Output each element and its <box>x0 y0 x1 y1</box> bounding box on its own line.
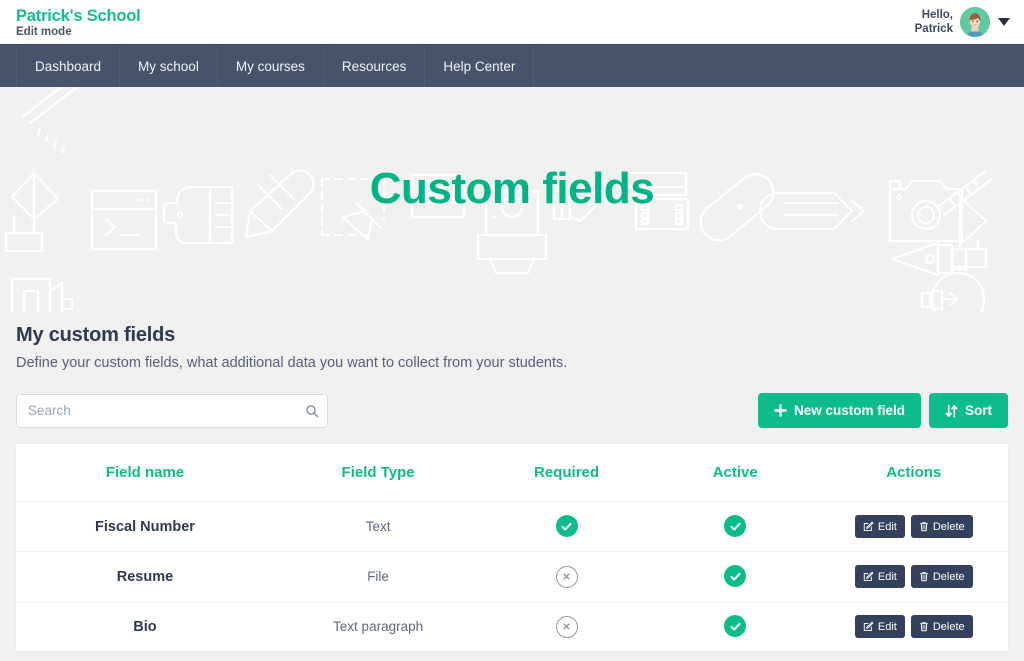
school-name: Patrick's School <box>16 6 141 25</box>
trash-icon <box>919 622 928 632</box>
edit-mode-label: Edit mode <box>16 26 72 38</box>
new-custom-field-label: New custom field <box>793 403 905 418</box>
column-header-field-name: Field name <box>105 464 185 481</box>
edit-pencil-icon <box>863 621 874 632</box>
toolbar: New custom field Sort <box>16 393 1008 428</box>
column-header-actions: Actions <box>886 464 942 481</box>
edit-label: Edit <box>877 570 897 583</box>
table-row: Resume File Edit Delete <box>16 551 1008 602</box>
sort-button[interactable]: Sort <box>929 393 1008 428</box>
cell-required <box>482 552 651 602</box>
edit-label: Edit <box>877 520 897 533</box>
nav-item-my-school[interactable]: My school <box>120 45 218 87</box>
cell-field-name: Fiscal Number <box>95 518 195 535</box>
cross-circle-icon <box>555 615 578 638</box>
table-header: Field name Field Type Required Active Ac… <box>16 444 1008 502</box>
sort-label: Sort <box>965 403 992 418</box>
cell-field-name: Resume <box>116 568 174 585</box>
delete-button[interactable]: Delete <box>910 565 973 588</box>
main-navigation: Dashboard My school My courses Resources… <box>0 44 1024 87</box>
new-custom-field-button[interactable]: New custom field <box>757 393 921 428</box>
column-header-required: Required <box>534 464 600 481</box>
column-header-active: Active <box>712 464 758 481</box>
trash-icon <box>919 572 928 582</box>
check-circle-icon <box>724 615 747 638</box>
edit-button[interactable]: Edit <box>854 565 905 588</box>
cell-required <box>482 602 651 652</box>
custom-fields-table: Field name Field Type Required Active Ac… <box>16 444 1008 651</box>
cross-circle-icon <box>555 565 578 588</box>
edit-pencil-icon <box>863 571 874 582</box>
hero-banner: Custom fields <box>0 87 1024 312</box>
user-menu[interactable]: Hello, Patrick <box>915 7 1010 37</box>
row-action-buttons: Edit Delete <box>819 615 1008 638</box>
check-circle-icon <box>724 515 747 538</box>
greeting-text: Hello, Patrick <box>915 8 953 37</box>
cell-active <box>651 602 820 652</box>
trash-icon <box>919 522 928 532</box>
table-row: Bio Text paragraph Edit Delete <box>16 601 1008 652</box>
toolbar-actions: New custom field Sort <box>757 393 1008 428</box>
cell-actions: Edit Delete <box>819 502 1008 552</box>
edit-pencil-icon <box>863 521 874 532</box>
page-title: Custom fields <box>369 164 655 213</box>
check-circle-icon <box>555 515 578 538</box>
greeting-hello: Hello, <box>921 8 953 21</box>
brand-block[interactable]: Patrick's School Edit mode <box>16 6 141 39</box>
table-body: Fiscal Number Text Edit Delete Resume Fi… <box>16 501 1008 652</box>
delete-button[interactable]: Delete <box>910 515 973 538</box>
nav-item-dashboard[interactable]: Dashboard <box>16 45 121 87</box>
custom-fields-card: Field name Field Type Required Active Ac… <box>16 444 1008 651</box>
edit-label: Edit <box>877 620 897 633</box>
section-title: My custom fields <box>16 324 176 346</box>
search-input[interactable] <box>16 393 328 428</box>
column-header-field-type: Field Type <box>341 464 415 481</box>
chevron-down-icon[interactable] <box>998 18 1010 26</box>
row-action-buttons: Edit Delete <box>819 565 1008 588</box>
pen-nib-icon <box>890 241 968 277</box>
cell-actions: Edit Delete <box>819 602 1008 652</box>
plus-icon <box>774 404 787 417</box>
nav-item-resources[interactable]: Resources <box>324 45 426 87</box>
cell-field-type: Text paragraph <box>333 619 424 634</box>
search-box[interactable] <box>16 393 328 428</box>
section-description: Define your custom fields, what addition… <box>16 355 568 371</box>
nav-item-my-courses[interactable]: My courses <box>218 45 324 87</box>
row-action-buttons: Edit Delete <box>819 515 1008 538</box>
projector-icon <box>10 277 74 312</box>
avatar[interactable] <box>960 7 990 37</box>
lightbulb-icon <box>920 271 986 312</box>
edit-button[interactable]: Edit <box>854 515 905 538</box>
main-content: My custom fields Define your custom fiel… <box>0 312 1024 651</box>
table-row: Fiscal Number Text Edit Delete <box>16 501 1008 552</box>
search-icon <box>306 404 319 417</box>
cell-active <box>651 552 820 602</box>
cell-field-type: File <box>367 569 389 584</box>
delete-label: Delete <box>932 570 965 583</box>
cell-field-name: Bio <box>133 618 157 635</box>
cell-active <box>651 502 820 552</box>
greeting-name: Patrick <box>914 23 953 35</box>
delete-button[interactable]: Delete <box>910 615 973 638</box>
check-circle-icon <box>724 565 747 588</box>
delete-label: Delete <box>932 520 965 533</box>
delete-label: Delete <box>932 620 965 633</box>
cell-required <box>482 502 651 552</box>
edit-button[interactable]: Edit <box>854 615 905 638</box>
top-header: Patrick's School Edit mode Hello, Patric… <box>0 0 1024 44</box>
cell-actions: Edit Delete <box>819 552 1008 602</box>
sort-arrows-icon <box>945 404 958 417</box>
nav-item-help-center[interactable]: Help Center <box>425 45 535 87</box>
cell-field-type: Text <box>365 519 391 534</box>
